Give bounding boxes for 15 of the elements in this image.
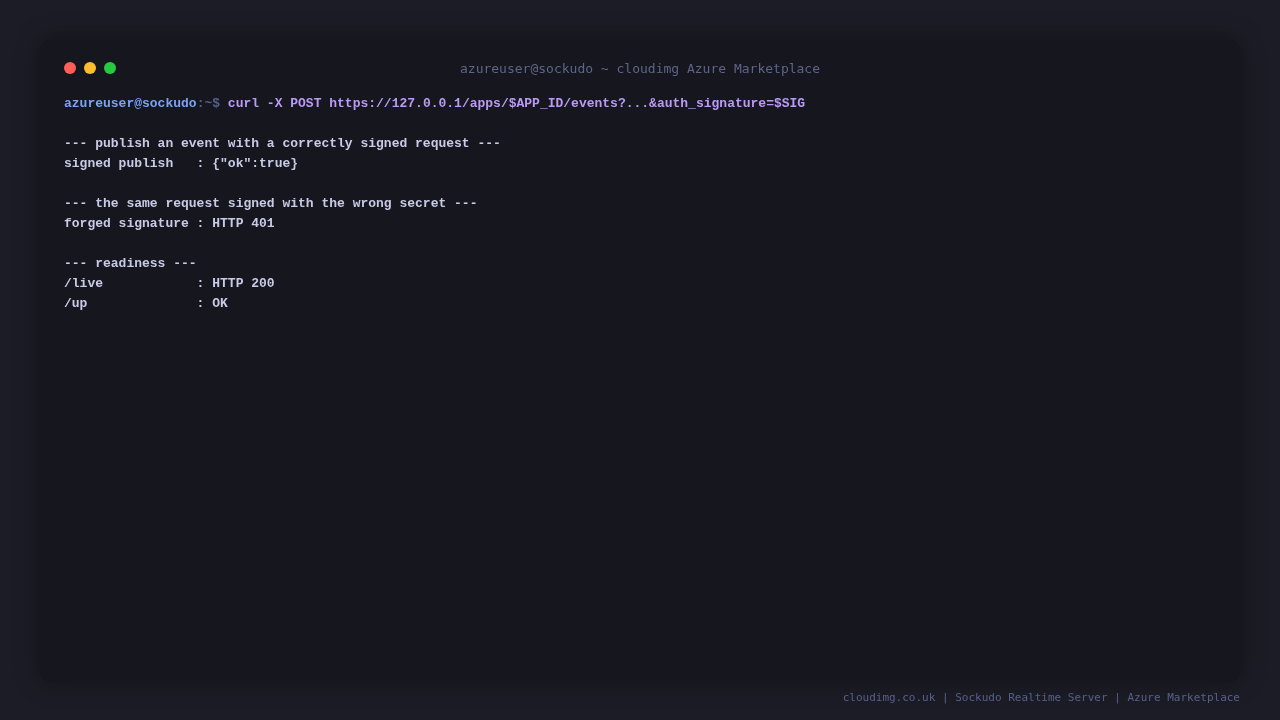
prompt-user: azureuser@sockudo	[64, 96, 197, 111]
output-line: --- publish an event with a correctly signed request ---	[64, 136, 501, 151]
maximize-button[interactable]	[104, 62, 116, 74]
command-text: curl -X POST https://127.0.0.1/apps/$APP_ID/events?...&auth_signature=$SIG	[227, 96, 806, 111]
close-button[interactable]	[64, 62, 76, 74]
footer-text: cloudimg.co.uk | Sockudo Realtime Server | Azure Marketplace	[842, 691, 1240, 704]
output-line: --- readiness ---	[64, 256, 197, 271]
output-line: /up : OK	[64, 296, 228, 311]
prompt-path: :~$	[196, 96, 221, 111]
output-line: signed publish : {"ok":true}	[64, 156, 299, 171]
output-line: /live : HTTP 200	[64, 276, 275, 291]
minimize-button[interactable]	[84, 62, 96, 74]
window-title: azureuser@sockudo ~ cloudimg Azure Marketplace	[460, 60, 820, 76]
output-line: forged signature : HTTP 401	[64, 216, 275, 231]
output-line: --- the same request signed with the wrong secret ---	[64, 196, 478, 211]
